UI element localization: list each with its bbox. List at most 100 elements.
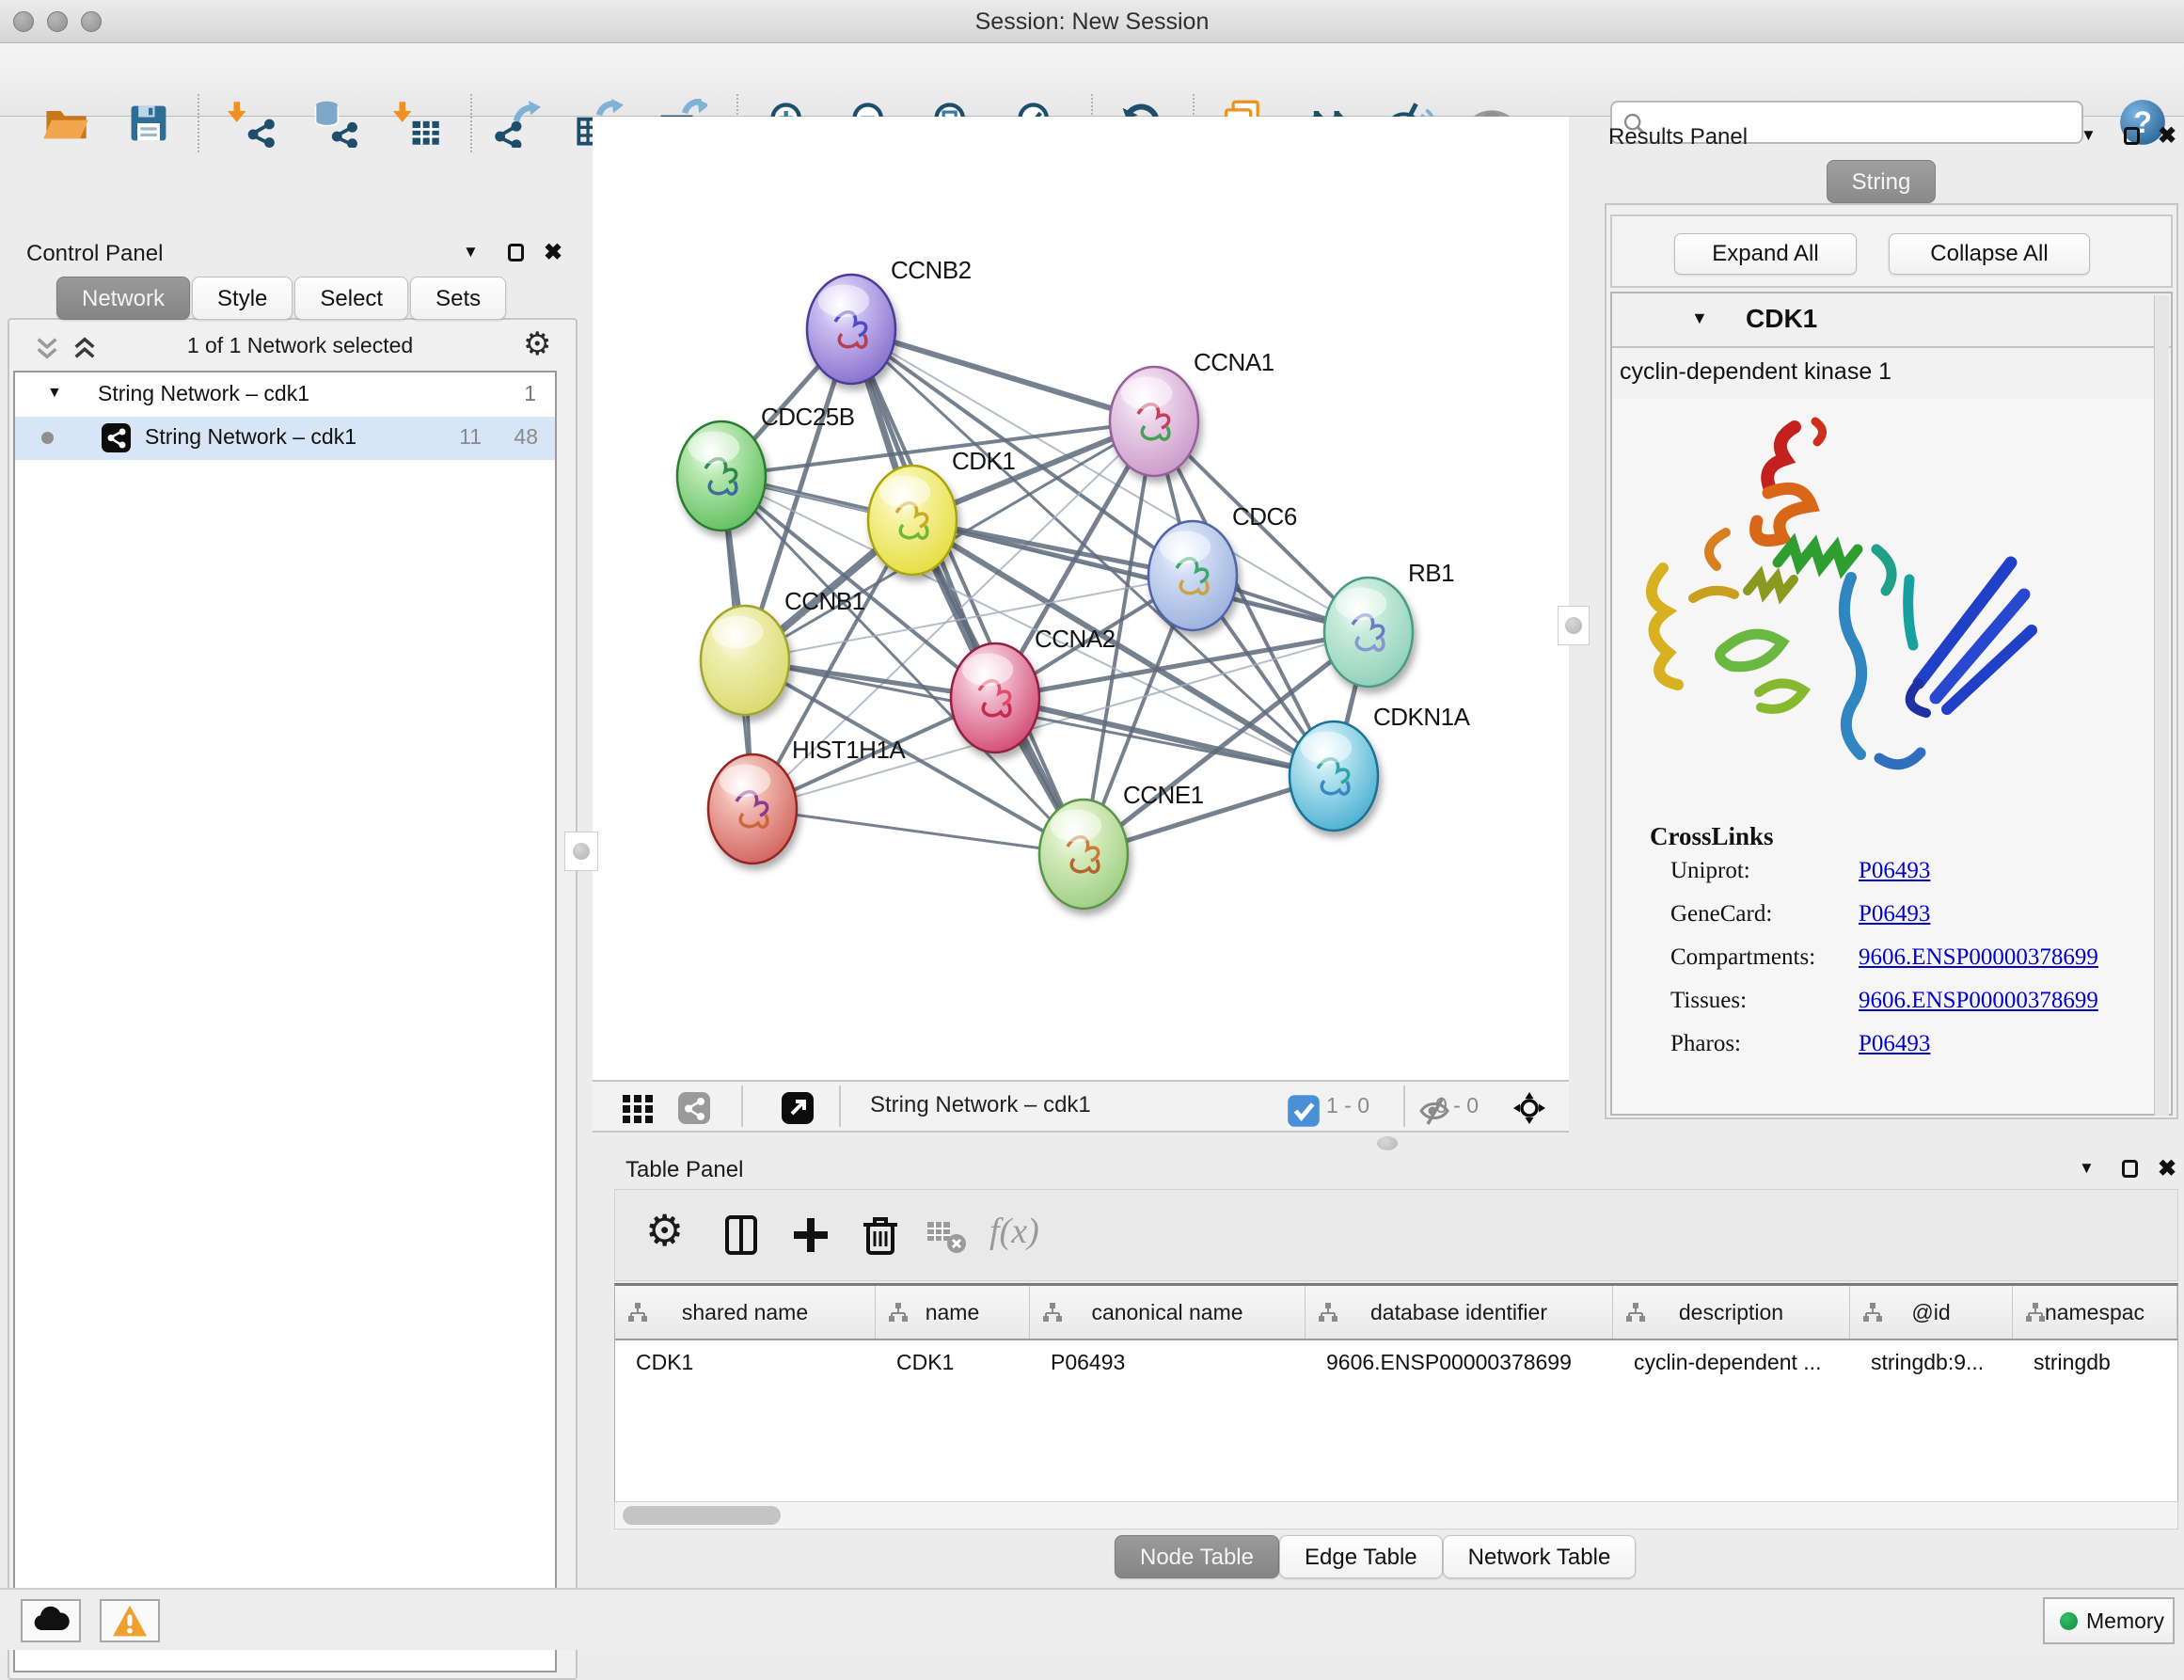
open-view-icon[interactable] [781,1091,815,1125]
network-canvas[interactable]: CCNB2CCNA1CDC25BCDK1CDC6RB1CCNB1CCNA2CDK… [593,117,1569,1080]
tab-network-table[interactable]: Network Table [1443,1535,1637,1578]
node-CCNA1[interactable] [1110,367,1198,476]
network-edge-count: 48 [514,424,538,450]
crosslink-link[interactable]: 9606.ENSP00000378699 [1859,944,2098,971]
memory-button[interactable]: Memory [2043,1597,2175,1644]
table-row[interactable]: CDK1CDK1P064939606.ENSP00000378699cyclin… [615,1340,2177,1384]
cloud-status-button[interactable] [21,1599,81,1642]
node-CCNE1[interactable] [1039,800,1128,909]
column-header-namespac[interactable]: namespac [2013,1286,2177,1339]
table-cell[interactable]: P06493 [1030,1340,1306,1384]
column-header-description[interactable]: description [1613,1286,1850,1339]
network-node-count: 11 [459,424,482,450]
protein-card-header[interactable]: ▼ CDK1 [1612,293,2171,348]
toolbar-separator [839,1086,841,1127]
table-cell[interactable]: stringdb:9... [1850,1340,2013,1384]
table-cell[interactable]: 9606.ENSP00000378699 [1306,1340,1613,1384]
tab-string[interactable]: String [1827,160,1936,203]
node-RB1[interactable] [1324,578,1413,687]
node-CDK1[interactable] [868,466,957,575]
expand-all-button[interactable]: Expand All [1674,233,1857,275]
collapse-all-icon[interactable] [34,335,60,361]
node-CDC6[interactable] [1148,521,1237,630]
toolbar-separator [741,1086,743,1127]
tab-sets[interactable]: Sets [410,277,506,320]
network-selected-info: 1 of 1 Network selected [117,333,483,358]
crosslink-link[interactable]: P06493 [1859,901,1930,927]
splitter-handle[interactable] [564,832,598,871]
close-panel-icon[interactable]: ✖ [2158,1155,2176,1182]
node-label-CDK1: CDK1 [952,447,1015,475]
control-panel-title: Control Panel [26,241,163,267]
collection-label: String Network – cdk1 [98,381,309,406]
edge-CCNB2-CCNA1[interactable] [851,329,1154,421]
edge-CCNA2-CDKN1A[interactable] [995,698,1334,776]
scrollbar-thumb[interactable] [623,1506,781,1525]
tab-edge-table[interactable]: Edge Table [1279,1535,1443,1578]
gear-icon[interactable]: ⚙ [523,325,551,363]
results-scrollbar[interactable] [2154,295,2169,1116]
node-CCNB2[interactable] [807,275,895,384]
float-panel-icon[interactable] [508,244,524,262]
float-panel-icon[interactable] [2124,127,2140,145]
column-header-database-identifier[interactable]: database identifier [1306,1286,1613,1339]
selected-checkbox-icon[interactable] [1287,1094,1315,1122]
table-settings-gear-icon[interactable]: ⚙ [645,1205,690,1250]
table-cell[interactable]: cyclin-dependent ... [1613,1340,1850,1384]
tree-expand-caret[interactable]: ▼ [47,385,62,402]
column-header--id[interactable]: @id [1850,1286,2013,1339]
crosslinks-title: CrossLinks [1650,822,1774,851]
edge-CCNE1-HIST1H1A[interactable] [752,809,1084,854]
crosslink-link[interactable]: 9606.ENSP00000378699 [1859,988,2098,1014]
add-column-icon[interactable] [788,1212,833,1258]
column-header-canonical-name[interactable]: canonical name [1030,1286,1306,1339]
results-panel-title: Results Panel [1608,124,1748,151]
table-cell[interactable]: stringdb [2013,1340,2177,1384]
delete-column-trash-icon[interactable] [858,1212,903,1258]
crosslink-row: Compartments:9606.ENSP00000378699 [1670,944,2160,988]
close-panel-icon[interactable]: ✖ [544,239,562,266]
tab-node-table[interactable]: Node Table [1115,1535,1279,1578]
tab-select[interactable]: Select [294,277,408,320]
warnings-button[interactable] [100,1599,160,1642]
node-label-CCNB2: CCNB2 [891,256,972,284]
table-cell[interactable]: CDK1 [615,1340,876,1384]
node-label-CDKN1A: CDKN1A [1373,703,1471,731]
tab-style[interactable]: Style [192,277,293,320]
crosslink-link[interactable]: P06493 [1859,1031,1930,1057]
network-share-toggle-icon[interactable] [677,1091,711,1125]
table-cell[interactable]: CDK1 [876,1340,1030,1384]
node-table[interactable]: shared namenamecanonical namedatabase id… [614,1283,2178,1501]
node-CDC25B[interactable] [677,421,766,531]
float-panel-icon[interactable] [2122,1160,2138,1178]
close-panel-icon[interactable]: ✖ [2158,122,2176,150]
node-CCNA2[interactable] [951,643,1039,753]
collapse-all-button[interactable]: Collapse All [1889,233,2090,275]
string-network-graph[interactable]: CCNB2CCNA1CDC25BCDK1CDC6RB1CCNB1CCNA2CDK… [593,117,1569,1080]
network-view-title: String Network – cdk1 [870,1092,1091,1118]
table-hscrollbar[interactable] [614,1501,2178,1529]
column-header-shared-name[interactable]: shared name [615,1286,876,1339]
grid-view-icon[interactable] [621,1091,655,1125]
column-header-name[interactable]: name [876,1286,1030,1339]
collapse-panel-icon[interactable]: ▼ [2079,1159,2095,1178]
crosshair-icon[interactable] [1512,1091,1546,1125]
crosslink-link[interactable]: P06493 [1859,858,1930,884]
node-CDKN1A[interactable] [1290,721,1378,831]
node-label-CCNA2: CCNA2 [1035,625,1116,653]
tab-network[interactable]: Network [56,277,190,320]
collapse-caret-icon[interactable]: ▼ [1691,309,1708,328]
node-HIST1H1A[interactable] [708,754,797,864]
collection-count: 1 [524,381,536,406]
collapse-panel-icon[interactable]: ▼ [2081,126,2097,145]
expand-all-icon[interactable] [71,335,98,361]
edge-CCNB2-CCNE1[interactable] [851,329,1084,854]
crosslink-row: Pharos:P06493 [1670,1031,2160,1074]
network-collection-row[interactable]: ▼ String Network – cdk1 1 [15,372,555,417]
network-tree: ▼ String Network – cdk1 1 String Network… [13,371,557,1672]
network-row-selected[interactable]: String Network – cdk1 11 48 [15,417,555,460]
collapse-panel-icon[interactable]: ▼ [463,243,479,262]
show-columns-icon[interactable] [719,1212,764,1258]
node-CCNB1[interactable] [701,606,789,715]
splitter-handle[interactable] [1377,1136,1398,1150]
